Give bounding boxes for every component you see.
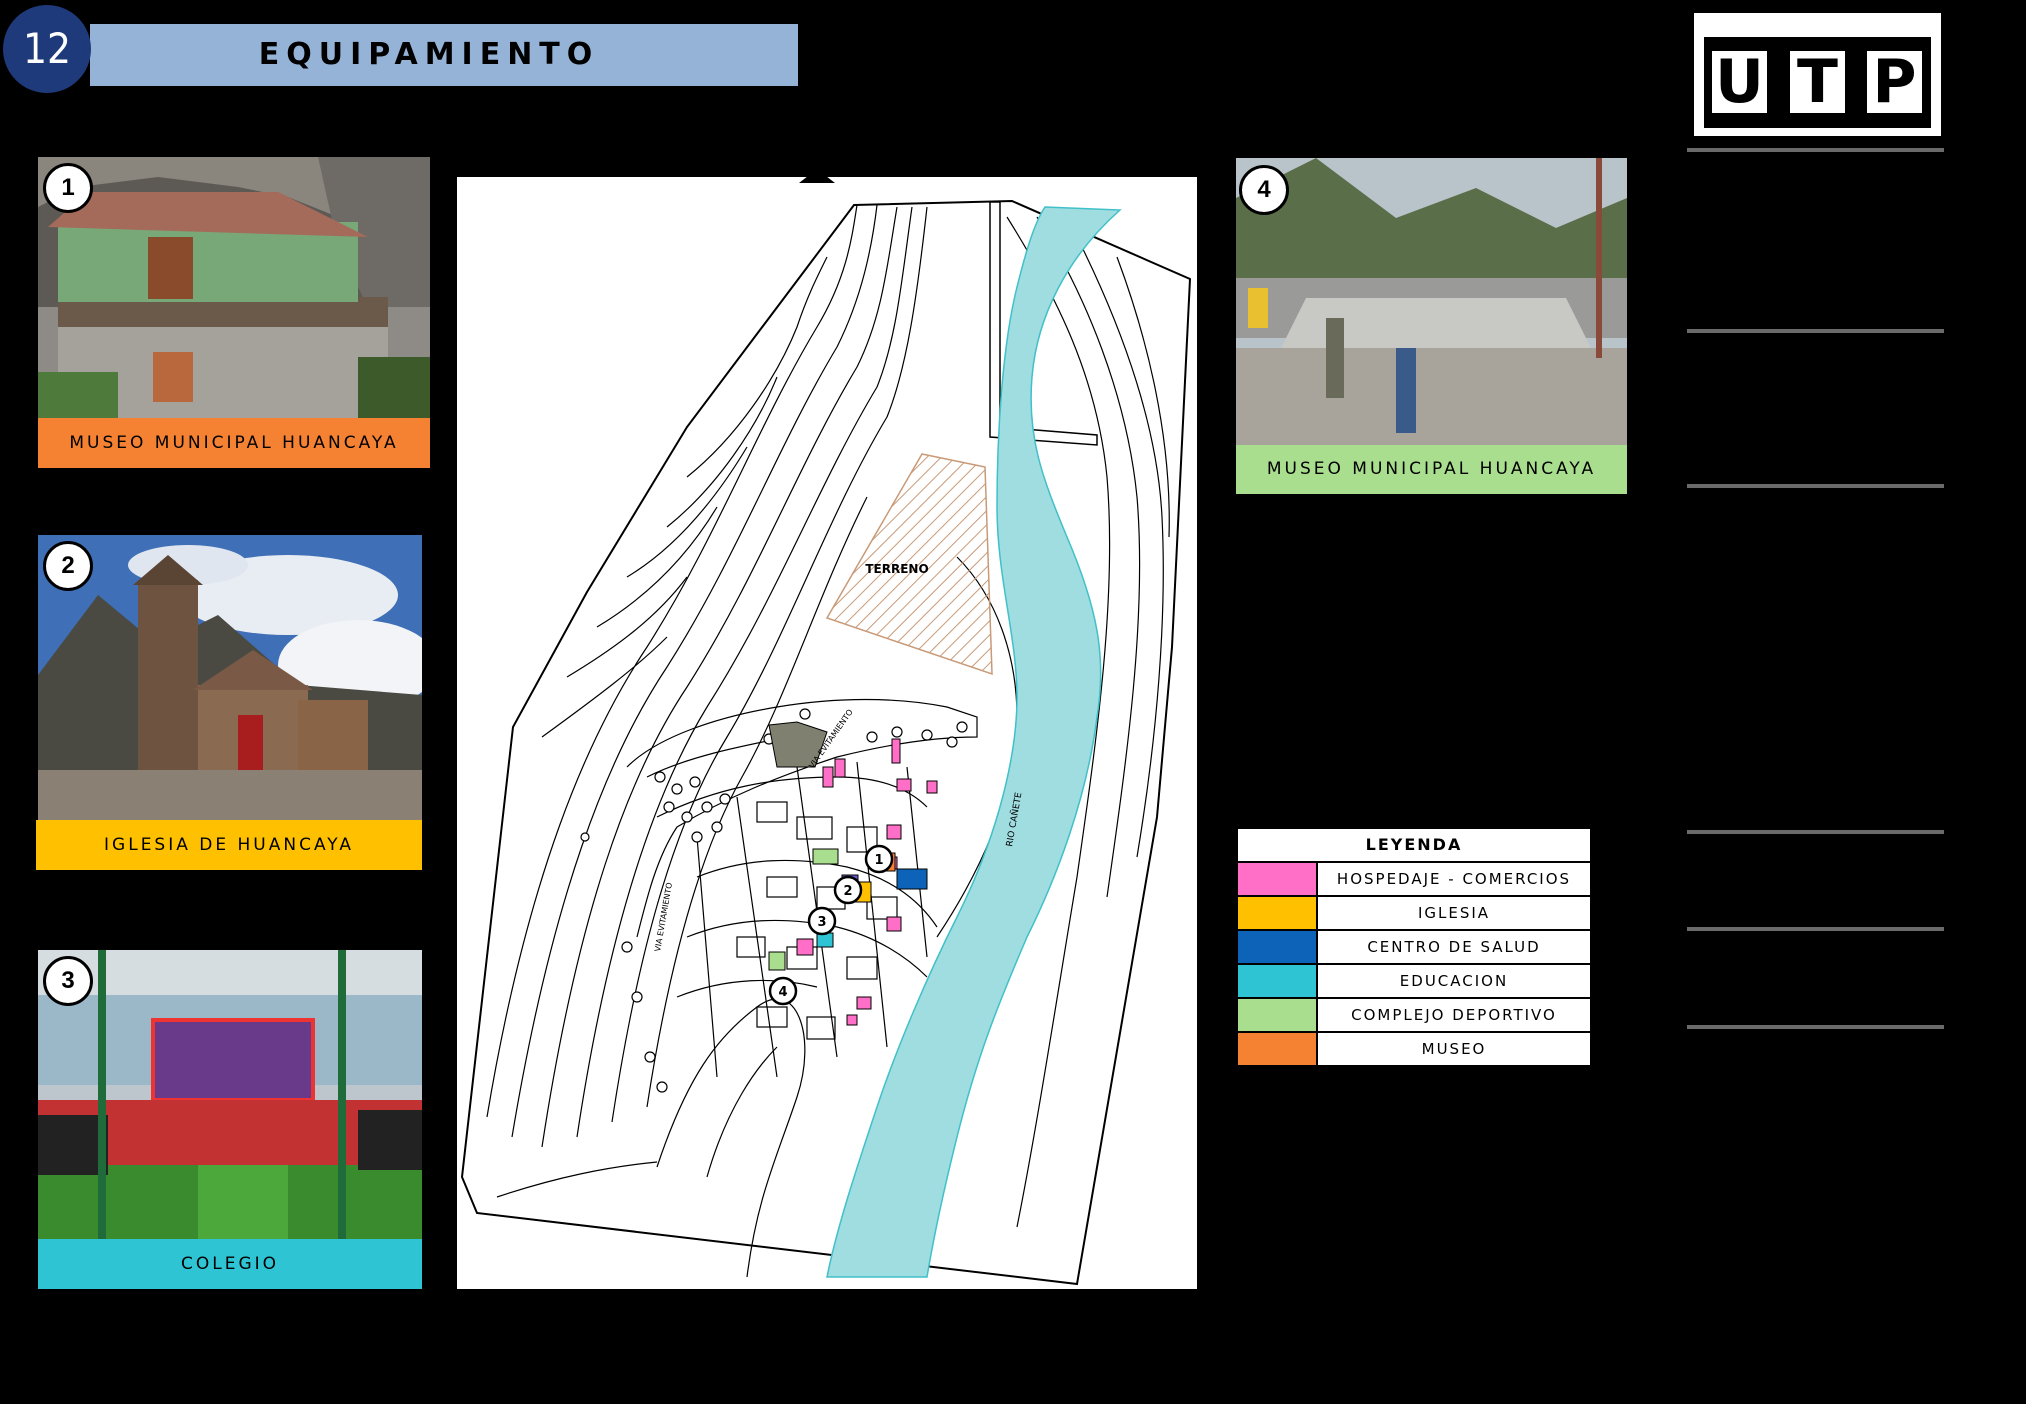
legend-label: COMPLEJO DEPORTIVO [1351,1006,1557,1024]
legend-label: IGLESIA [1417,904,1491,922]
map-marker-2: 2 [843,884,852,899]
utp-logo: U T P [1694,13,1941,136]
divider-line [1687,148,1944,152]
caption-text: MUSEO MUNICIPAL HUANCAYA [1266,459,1597,479]
terrain-label: TERRENO [865,562,928,576]
legend-swatch [1238,965,1318,997]
road-label: VIA EVITAMIENTO [653,882,674,952]
photo-museo [38,157,430,418]
legend-label: CENTRO DE SALUD [1367,938,1541,956]
logo-letter-t: T [1790,51,1845,113]
caption-text: COLEGIO [180,1254,280,1274]
photo-iglesia [38,535,422,820]
divider-line [1687,830,1944,834]
logo-letter-u: U [1712,51,1767,113]
caption-complejo: MUSEO MUNICIPAL HUANCAYA [1236,445,1627,494]
legend-item: IGLESIA [1238,897,1590,931]
site-map: RIO CAÑETE TERRENO 1 2 3 4 VIA EVITAMIEN… [457,169,1197,1289]
divider-line [1687,329,1944,333]
logo-letter-p: P [1867,51,1922,113]
page-title: EQUIPAMIENTO [258,37,600,72]
photo-number-badge: 3 [43,956,93,1006]
photo-number-badge: 4 [1239,165,1289,215]
photo-complejo [1236,158,1627,445]
caption-colegio: COLEGIO [38,1239,422,1289]
photo-number-badge: 2 [43,541,93,591]
legend-swatch [1238,897,1318,929]
legend-label: EDUCACION [1399,972,1509,990]
legend-item: COMPLEJO DEPORTIVO [1238,999,1590,1033]
legend-label: HOSPEDAJE - COMERCIOS [1336,870,1572,888]
legend-label: MUSEO [1421,1040,1487,1058]
divider-line [1687,927,1944,931]
legend-item: CENTRO DE SALUD [1238,931,1590,965]
north-arrow-icon [799,169,835,183]
legend-swatch [1238,999,1318,1031]
sheet-number-badge: 12 [3,5,91,93]
map-legend: LEYENDA HOSPEDAJE - COMERCIOS IGLESIA CE… [1236,827,1592,1067]
map-marker-3: 3 [817,915,826,930]
caption-text: MUSEO MUNICIPAL HUANCAYA [69,433,399,453]
legend-swatch [1238,863,1318,895]
caption-iglesia: IGLESIA DE HUANCAYA [36,820,422,870]
legend-item: MUSEO [1238,1033,1590,1065]
legend-swatch [1238,1033,1318,1065]
map-marker-4: 4 [778,985,787,1000]
legend-item: EDUCACION [1238,965,1590,999]
legend-item: HOSPEDAJE - COMERCIOS [1238,863,1590,897]
caption-museo: MUSEO MUNICIPAL HUANCAYA [38,418,430,468]
legend-swatch [1238,931,1318,963]
photo-number-badge: 1 [43,163,93,213]
caption-text: IGLESIA DE HUANCAYA [104,835,354,855]
photo-colegio [38,950,422,1239]
divider-line [1687,1025,1944,1029]
divider-line [1687,484,1944,488]
legend-title: LEYENDA [1238,829,1590,863]
map-marker-1: 1 [874,853,883,868]
